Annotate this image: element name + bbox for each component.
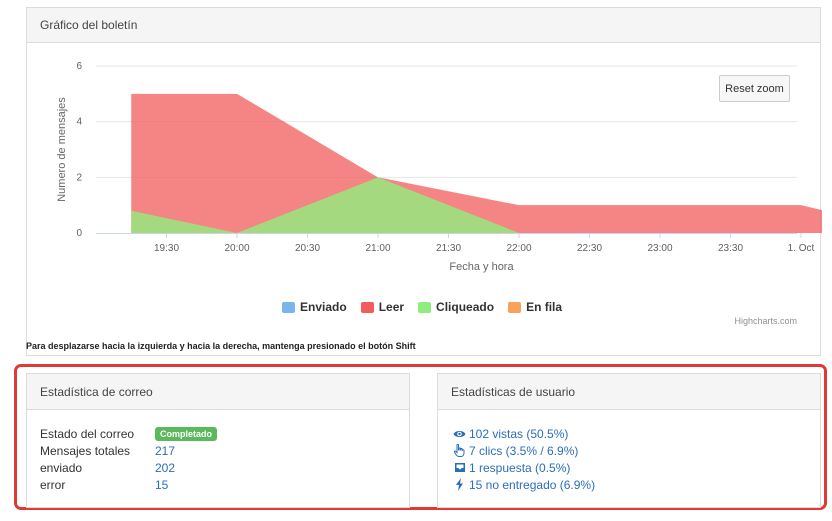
legend-label: Cliqueado bbox=[436, 300, 495, 314]
y-tick-label: 6 bbox=[76, 61, 82, 72]
legend-label: En fila bbox=[526, 300, 563, 314]
sent-messages-link[interactable]: 202 bbox=[155, 461, 175, 475]
legend-item-en-fila[interactable]: En fila bbox=[508, 300, 562, 314]
bolt-icon bbox=[453, 478, 466, 491]
stat-row-sent: enviado 202 bbox=[40, 459, 396, 476]
undelivered-link[interactable]: 15 no entregado (6.9%) bbox=[453, 476, 805, 493]
stat-row-status: Estado del correo Completado bbox=[40, 425, 396, 442]
x-tick-label: 22:30 bbox=[577, 243, 602, 254]
error-messages-link[interactable]: 15 bbox=[155, 478, 168, 492]
views-text: 102 vistas (50.5%) bbox=[469, 426, 569, 441]
clicks-text: 7 clics (3.5% / 6.9%) bbox=[469, 443, 579, 458]
stat-label: enviado bbox=[40, 460, 83, 475]
x-tick-label: 22:00 bbox=[506, 243, 531, 254]
x-tick-label: 1. Oct bbox=[788, 243, 815, 254]
y-axis-title: Numero de mensajes bbox=[56, 97, 68, 202]
y-tick-label: 0 bbox=[76, 228, 82, 239]
x-tick-label: 20:00 bbox=[224, 243, 249, 254]
legend-label: Enviado bbox=[300, 300, 347, 314]
stat-label: error bbox=[40, 477, 66, 492]
x-tick-label: 23:30 bbox=[718, 243, 743, 254]
stat-label: Mensajes totales bbox=[40, 443, 131, 458]
email-stats-panel: Estadística de correo Estado del correo … bbox=[26, 373, 410, 508]
y-tick-label: 4 bbox=[76, 117, 82, 128]
replies-text: 1 respuesta (0.5%) bbox=[469, 460, 571, 475]
x-tick-label: 21:00 bbox=[365, 243, 390, 254]
legend-swatch bbox=[282, 301, 295, 313]
legend-swatch bbox=[360, 301, 374, 313]
legend-swatch bbox=[418, 301, 432, 313]
undelivered-text: 15 no entregado (6.9%) bbox=[469, 477, 596, 492]
views-link[interactable]: 102 vistas (50.5%) bbox=[453, 425, 805, 442]
inbox-icon bbox=[453, 461, 466, 474]
x-tick-label: 20:30 bbox=[295, 243, 320, 254]
scroll-hint: Para desplazarse hacia la izquierda y ha… bbox=[26, 341, 416, 351]
stat-row-error: error 15 bbox=[40, 476, 396, 493]
legend-item-cliqueado[interactable]: Cliqueado bbox=[418, 300, 494, 314]
legend-item-enviado[interactable]: Enviado bbox=[282, 300, 347, 314]
x-tick-label: 23:00 bbox=[647, 243, 672, 254]
stat-row-total: Mensajes totales 217 bbox=[40, 442, 396, 459]
reset-zoom-button[interactable]: Reset zoom bbox=[719, 75, 790, 102]
clicks-link[interactable]: 7 clics (3.5% / 6.9%) bbox=[453, 442, 805, 459]
x-tick-label: 21:30 bbox=[436, 243, 461, 254]
email-stats-title: Estadística de correo bbox=[27, 374, 409, 410]
user-stats-panel: Estadísticas de usuario 102 vistas (50.5… bbox=[437, 373, 821, 508]
replies-link[interactable]: 1 respuesta (0.5%) bbox=[453, 459, 805, 476]
stat-label: Estado del correo bbox=[40, 426, 135, 441]
legend-swatch bbox=[508, 301, 522, 313]
highcharts-credits-link[interactable]: Highcharts.com bbox=[734, 316, 797, 326]
user-stats-title: Estadísticas de usuario bbox=[438, 374, 820, 410]
total-messages-link[interactable]: 217 bbox=[155, 444, 175, 458]
pointer-hand-icon bbox=[453, 444, 466, 457]
area-series-leer bbox=[131, 93, 822, 233]
legend-label: Leer bbox=[378, 300, 405, 314]
eye-icon bbox=[453, 427, 466, 440]
chart-legend: Enviado Leer Cliqueado En fila bbox=[282, 300, 562, 314]
x-axis-title: Fecha y hora bbox=[449, 261, 514, 273]
newsletter-chart-panel: Gráfico del boletín 0 2 4 6 19:30 20:00 20:30 2… bbox=[26, 7, 822, 356]
y-tick-label: 2 bbox=[76, 172, 82, 183]
status-badge: Completado bbox=[155, 426, 218, 441]
legend-item-leer[interactable]: Leer bbox=[360, 300, 405, 314]
x-tick-label: 19:30 bbox=[154, 243, 179, 254]
